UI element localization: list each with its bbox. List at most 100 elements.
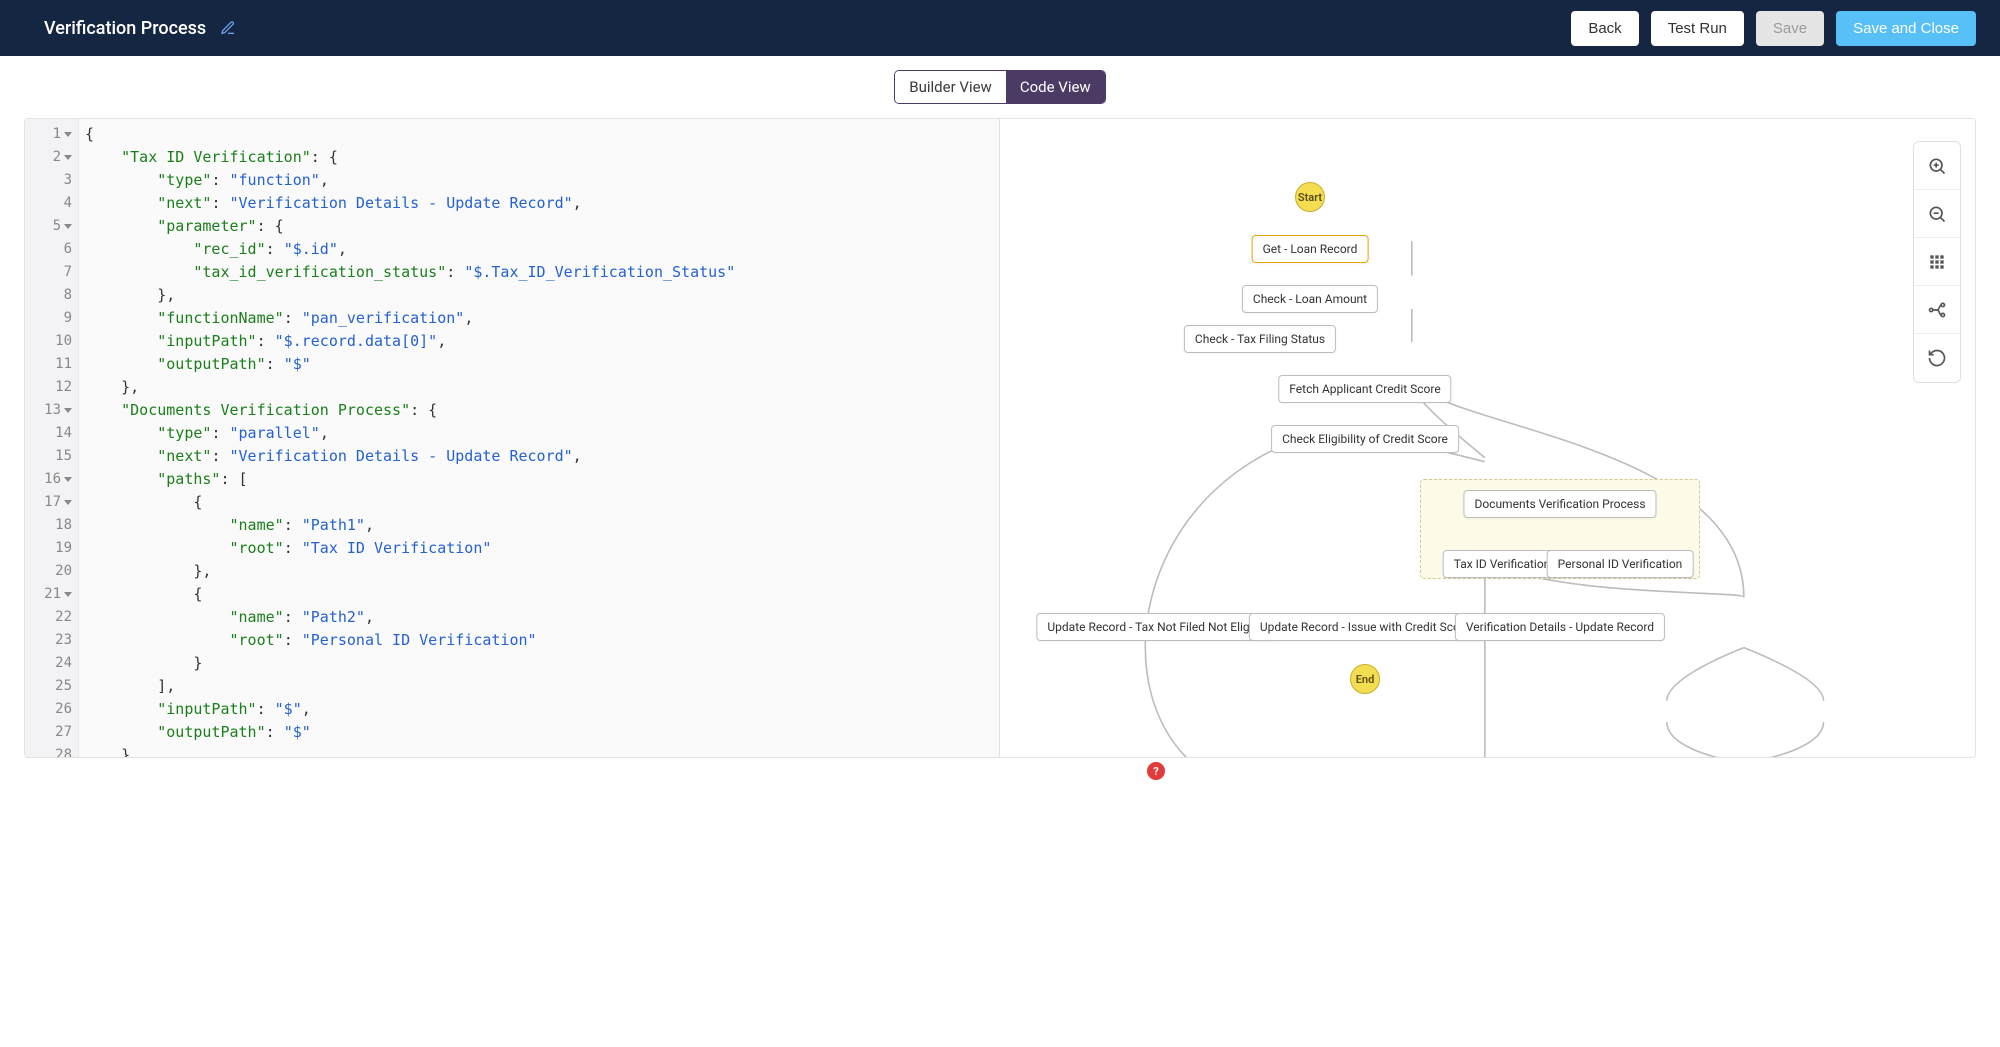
code-line[interactable]: "paths": [ bbox=[85, 468, 999, 491]
gutter-line: 12 bbox=[25, 376, 78, 399]
flow-node-check-tax[interactable]: Check - Tax Filing Status bbox=[1184, 325, 1336, 353]
gutter-line: 5 bbox=[25, 215, 78, 238]
gutter-line: 2 bbox=[25, 146, 78, 169]
code-line[interactable]: "type": "parallel", bbox=[85, 422, 999, 445]
flow-panel[interactable]: Start Get - Loan Record Check - Loan Amo… bbox=[1000, 119, 1975, 757]
gutter-line: 4 bbox=[25, 192, 78, 215]
code-line[interactable]: "functionName": "pan_verification", bbox=[85, 307, 999, 330]
code-line[interactable]: "parameter": { bbox=[85, 215, 999, 238]
gutter-line: 10 bbox=[25, 330, 78, 353]
code-gutter: 1234567891011121314151617181920212223242… bbox=[25, 119, 79, 757]
code-line[interactable]: }, bbox=[85, 560, 999, 583]
code-line[interactable]: { bbox=[85, 491, 999, 514]
code-line[interactable]: "Documents Verification Process": { bbox=[85, 399, 999, 422]
gutter-line: 1 bbox=[25, 123, 78, 146]
code-line[interactable]: "root": "Tax ID Verification" bbox=[85, 537, 999, 560]
code-line[interactable]: "outputPath": "$" bbox=[85, 721, 999, 744]
flow-node-check-eligibility[interactable]: Check Eligibility of Credit Score bbox=[1271, 425, 1459, 453]
tab-builder-view[interactable]: Builder View bbox=[895, 71, 1006, 103]
code-line[interactable]: "next": "Verification Details - Update R… bbox=[85, 192, 999, 215]
flow-node-update-credit[interactable]: Update Record - Issue with Credit Score bbox=[1249, 613, 1481, 641]
gutter-line: 6 bbox=[25, 238, 78, 261]
fold-icon[interactable] bbox=[64, 477, 72, 482]
gutter-line: 16 bbox=[25, 468, 78, 491]
header-actions: Back Test Run Save Save and Close bbox=[1571, 11, 1976, 46]
code-line[interactable]: { bbox=[85, 583, 999, 606]
flow-connectors bbox=[1000, 119, 1975, 758]
fold-icon[interactable] bbox=[64, 224, 72, 229]
gutter-line: 14 bbox=[25, 422, 78, 445]
fold-icon[interactable] bbox=[64, 155, 72, 160]
fold-icon[interactable] bbox=[64, 408, 72, 413]
flow-node-get-loan[interactable]: Get - Loan Record bbox=[1252, 235, 1369, 263]
gutter-line: 18 bbox=[25, 514, 78, 537]
header-bar: Verification Process Back Test Run Save … bbox=[0, 0, 2000, 56]
gutter-line: 11 bbox=[25, 353, 78, 376]
flow-node-check-amount[interactable]: Check - Loan Amount bbox=[1242, 285, 1378, 313]
code-line[interactable]: "Tax ID Verification": { bbox=[85, 146, 999, 169]
code-line[interactable]: "root": "Personal ID Verification" bbox=[85, 629, 999, 652]
grid-icon[interactable] bbox=[1914, 238, 1960, 286]
test-run-button[interactable]: Test Run bbox=[1651, 11, 1744, 46]
gutter-line: 28 bbox=[25, 744, 78, 757]
flow-node-docs-process[interactable]: Documents Verification Process bbox=[1463, 490, 1656, 518]
flow-node-personal-id-verif[interactable]: Personal ID Verification bbox=[1547, 550, 1694, 578]
code-body[interactable]: { "Tax ID Verification": { "type": "func… bbox=[79, 119, 999, 757]
flow-node-update-tax[interactable]: Update Record - Tax Not Filed Not Eligib… bbox=[1036, 613, 1279, 641]
code-line[interactable]: } bbox=[85, 744, 999, 757]
code-line[interactable]: "rec_id": "$.id", bbox=[85, 238, 999, 261]
code-line[interactable]: "outputPath": "$" bbox=[85, 353, 999, 376]
gutter-line: 7 bbox=[25, 261, 78, 284]
gutter-line: 3 bbox=[25, 169, 78, 192]
gutter-line: 27 bbox=[25, 721, 78, 744]
branch-icon[interactable] bbox=[1914, 286, 1960, 334]
code-line[interactable]: }, bbox=[85, 376, 999, 399]
code-panel: 1234567891011121314151617181920212223242… bbox=[25, 119, 1000, 757]
flow-node-tax-id-verif[interactable]: Tax ID Verification bbox=[1443, 550, 1562, 578]
gutter-line: 23 bbox=[25, 629, 78, 652]
fold-icon[interactable] bbox=[64, 500, 72, 505]
tab-code-view[interactable]: Code View bbox=[1006, 71, 1105, 103]
flow-node-verif-details[interactable]: Verification Details - Update Record bbox=[1455, 613, 1665, 641]
gutter-line: 20 bbox=[25, 560, 78, 583]
code-line[interactable]: "inputPath": "$", bbox=[85, 698, 999, 721]
main-area: 1234567891011121314151617181920212223242… bbox=[24, 118, 1976, 758]
code-line[interactable]: }, bbox=[85, 284, 999, 307]
flow-start-node[interactable]: Start bbox=[1295, 182, 1325, 212]
page-title: Verification Process bbox=[44, 18, 206, 39]
gutter-line: 19 bbox=[25, 537, 78, 560]
code-line[interactable]: "type": "function", bbox=[85, 169, 999, 192]
view-toggle-row: Builder View Code View bbox=[0, 56, 2000, 118]
save-button: Save bbox=[1756, 11, 1824, 46]
gutter-line: 9 bbox=[25, 307, 78, 330]
flow-node-fetch-credit[interactable]: Fetch Applicant Credit Score bbox=[1278, 375, 1451, 403]
gutter-line: 8 bbox=[25, 284, 78, 307]
back-button[interactable]: Back bbox=[1571, 11, 1638, 46]
save-close-button[interactable]: Save and Close bbox=[1836, 11, 1976, 46]
gutter-line: 26 bbox=[25, 698, 78, 721]
code-line[interactable]: "next": "Verification Details - Update R… bbox=[85, 445, 999, 468]
code-line[interactable]: "tax_id_verification_status": "$.Tax_ID_… bbox=[85, 261, 999, 284]
fold-icon[interactable] bbox=[64, 592, 72, 597]
refresh-icon[interactable] bbox=[1914, 334, 1960, 382]
notification-badge[interactable]: ? bbox=[1147, 762, 1165, 780]
code-line[interactable]: ], bbox=[85, 675, 999, 698]
flow-tools bbox=[1913, 141, 1961, 383]
code-line[interactable]: "name": "Path2", bbox=[85, 606, 999, 629]
code-line[interactable]: } bbox=[85, 652, 999, 675]
code-line[interactable]: "inputPath": "$.record.data[0]", bbox=[85, 330, 999, 353]
code-line[interactable]: { bbox=[85, 123, 999, 146]
zoom-in-icon[interactable] bbox=[1914, 142, 1960, 190]
edit-icon[interactable] bbox=[220, 20, 236, 36]
code-line[interactable]: "name": "Path1", bbox=[85, 514, 999, 537]
gutter-line: 17 bbox=[25, 491, 78, 514]
header-left: Verification Process bbox=[44, 18, 236, 39]
flow-end-node[interactable]: End bbox=[1350, 664, 1380, 694]
view-toggle: Builder View Code View bbox=[894, 70, 1105, 104]
zoom-out-icon[interactable] bbox=[1914, 190, 1960, 238]
fold-icon[interactable] bbox=[64, 132, 72, 137]
gutter-line: 15 bbox=[25, 445, 78, 468]
gutter-line: 24 bbox=[25, 652, 78, 675]
gutter-line: 22 bbox=[25, 606, 78, 629]
gutter-line: 13 bbox=[25, 399, 78, 422]
